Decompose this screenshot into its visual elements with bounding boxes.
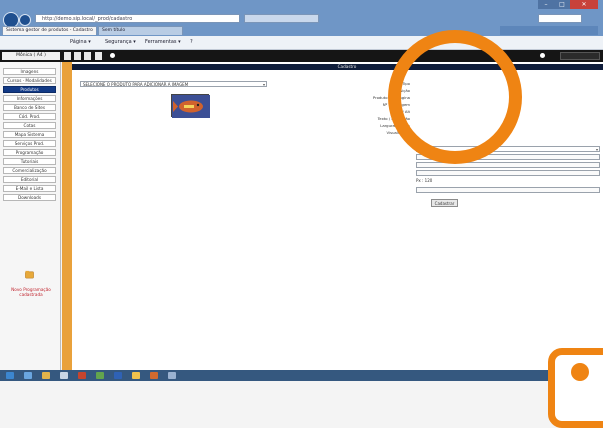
folder-icon[interactable] [25, 270, 34, 279]
sidebar-accent-strip [62, 62, 72, 370]
app-toolbar: Mônica ( A4 ) [0, 50, 603, 62]
sidebar-item-email[interactable]: E-Mail e Lista [3, 185, 56, 192]
tab-active[interactable]: Sistema gestor de produtos - Cadastro [2, 26, 97, 35]
description-field[interactable] [416, 187, 600, 193]
taskbar-app-ie-icon[interactable] [24, 372, 32, 379]
content-header-title: Cadastro [337, 64, 357, 69]
sidebar-item-banco-sites[interactable]: Banco de Sites [3, 104, 56, 111]
fish-logo-icon [172, 95, 210, 118]
tab-other[interactable]: Sem título [98, 26, 183, 35]
sidebar-item-informacoes[interactable]: Informações [3, 95, 56, 102]
product-image-thumbnail[interactable] [171, 94, 210, 118]
product-select-value: SELECIONE O PRODUTO PARA ADICIONAR A IMA… [83, 82, 189, 87]
sidebar-item-tutoriais[interactable]: Tutoriais [3, 158, 56, 165]
sidebar: Imagens Cursos · Modalidades Produtos In… [0, 62, 61, 370]
sidebar-item-programacao[interactable]: Programação [3, 149, 56, 156]
command-bar: Página ▾ Segurança ▾ Ferramentas ▾ ? [0, 36, 603, 50]
forward-arrow-icon[interactable] [19, 14, 31, 26]
corner-badge [548, 348, 603, 428]
chevron-down-icon: ▾ [262, 82, 265, 87]
toolbar-search-input[interactable] [560, 52, 600, 60]
label-visualizacao: Visualização [386, 130, 410, 135]
product-select[interactable]: SELECIONE O PRODUTO PARA ADICIONAR A IMA… [80, 81, 267, 87]
taskbar-app-ppt-icon[interactable] [150, 372, 158, 379]
label-largura: Largura / Altura [380, 123, 410, 128]
help-menu[interactable]: ? [190, 38, 193, 46]
browser-titlebar: http://demo.sip.local/_prod/cadastro – □… [0, 0, 603, 36]
user-label: Mônica ( A4 ) [2, 52, 60, 60]
tools-menu[interactable]: Ferramentas ▾ [145, 38, 181, 46]
page-menu[interactable]: Página ▾ [70, 38, 91, 46]
favorites-strip [500, 26, 598, 35]
taskbar-app-excel-icon[interactable] [96, 372, 104, 379]
sidebar-item-editorial[interactable]: Editorial [3, 176, 56, 183]
sidebar-item-comercializacao[interactable]: Comercialização [3, 167, 56, 174]
sidebar-item-downloads[interactable]: Downloads [3, 194, 56, 201]
taskbar-app-word-icon[interactable] [114, 372, 122, 379]
security-menu[interactable]: Segurança ▾ [105, 38, 136, 46]
address-suggestion-bar [244, 14, 319, 23]
taskbar-app-notes-icon[interactable] [132, 372, 140, 379]
start-button-icon[interactable] [6, 372, 14, 379]
highlight-ring [388, 30, 522, 164]
main-content: Cadastro SELECIONE O PRODUTO PARA ADICIO… [72, 62, 603, 370]
maximize-button[interactable]: □ [554, 0, 570, 9]
taskbar-app-media-icon[interactable] [60, 372, 68, 379]
sidebar-item-servicos[interactable]: Serviços Prod. [3, 140, 56, 147]
chevron-down-icon: ▾ [595, 147, 598, 152]
settings-icon[interactable] [95, 52, 102, 60]
taskbar-app-paint-icon[interactable] [168, 372, 176, 379]
sidebar-item-cod-prod[interactable]: Cód. Prod. [3, 113, 56, 120]
minimize-button[interactable]: – [538, 0, 554, 9]
sidebar-item-produtos[interactable]: Produtos [3, 86, 56, 93]
address-bar[interactable]: http://demo.sip.local/_prod/cadastro [35, 14, 240, 23]
content-header-bar: Cadastro [72, 64, 603, 70]
close-button[interactable]: ✕ [570, 0, 598, 9]
sidebar-item-cotas[interactable]: Cotas [3, 122, 56, 129]
sidebar-item-mapa[interactable]: Mapa Sistema [3, 131, 56, 138]
new-programming-link[interactable]: Novo Programação cadastrada [6, 287, 56, 297]
status-dot-icon [110, 53, 115, 58]
home-icon[interactable] [64, 52, 71, 60]
list-icon[interactable] [74, 52, 81, 60]
taskbar-app-firefox-icon[interactable] [78, 372, 86, 379]
size-field[interactable]: Px : 120 [416, 178, 456, 184]
os-taskbar: 16:42 [0, 370, 603, 381]
grid-icon[interactable] [84, 52, 91, 60]
sidebar-item-cursos[interactable]: Cursos · Modalidades [3, 77, 56, 84]
notification-dot-icon [540, 53, 545, 58]
submit-button[interactable]: Cadastrar [431, 199, 458, 207]
taskbar-app-folder-icon[interactable] [42, 372, 50, 379]
sidebar-item-imagens[interactable]: Imagens [3, 68, 56, 75]
corner-dot-icon [571, 363, 589, 381]
browser-search-box[interactable] [538, 14, 582, 23]
image-number-field[interactable] [416, 170, 600, 176]
